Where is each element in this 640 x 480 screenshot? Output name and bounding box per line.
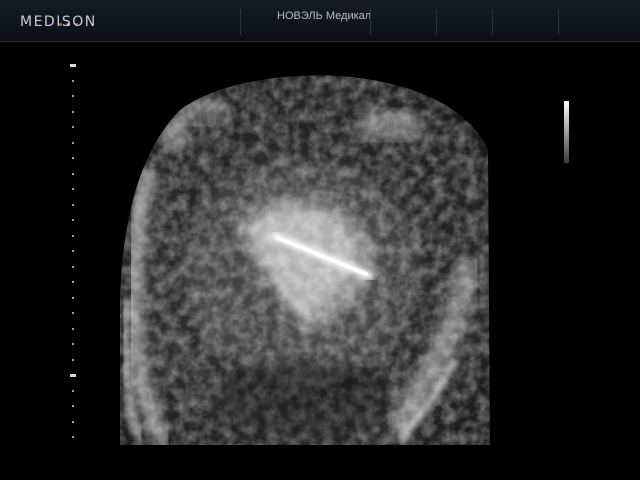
depth-tick <box>72 126 74 128</box>
depth-scale-icon <box>66 64 82 448</box>
ultrasound-3d-render <box>120 75 490 445</box>
depth-tick <box>72 157 74 159</box>
depth-tick <box>72 343 74 345</box>
depth-tick <box>72 79 74 82</box>
depth-tick <box>72 405 74 407</box>
depth-tick <box>72 95 74 97</box>
depth-tick <box>72 389 74 392</box>
depth-tick <box>72 265 74 268</box>
depth-tick <box>72 110 74 113</box>
depth-tick <box>72 141 74 144</box>
gray-map-bar-icon <box>564 101 569 163</box>
depth-tick <box>72 188 74 190</box>
depth-tick <box>72 436 74 438</box>
depth-tick <box>72 281 74 283</box>
depth-tick <box>72 219 74 221</box>
depth-major-tick <box>70 374 76 377</box>
depth-tick <box>72 327 74 330</box>
depth-major-tick <box>70 64 76 67</box>
depth-tick <box>72 234 74 237</box>
depth-tick <box>72 250 74 252</box>
depth-tick <box>72 203 74 206</box>
depth-tick <box>72 172 74 175</box>
ultrasound-screen: MEDISON НОВЭЛЬ Медикал <box>0 0 640 480</box>
depth-tick <box>72 296 74 299</box>
depth-tick <box>72 312 74 314</box>
depth-tick <box>72 358 74 361</box>
depth-tick <box>72 420 74 423</box>
